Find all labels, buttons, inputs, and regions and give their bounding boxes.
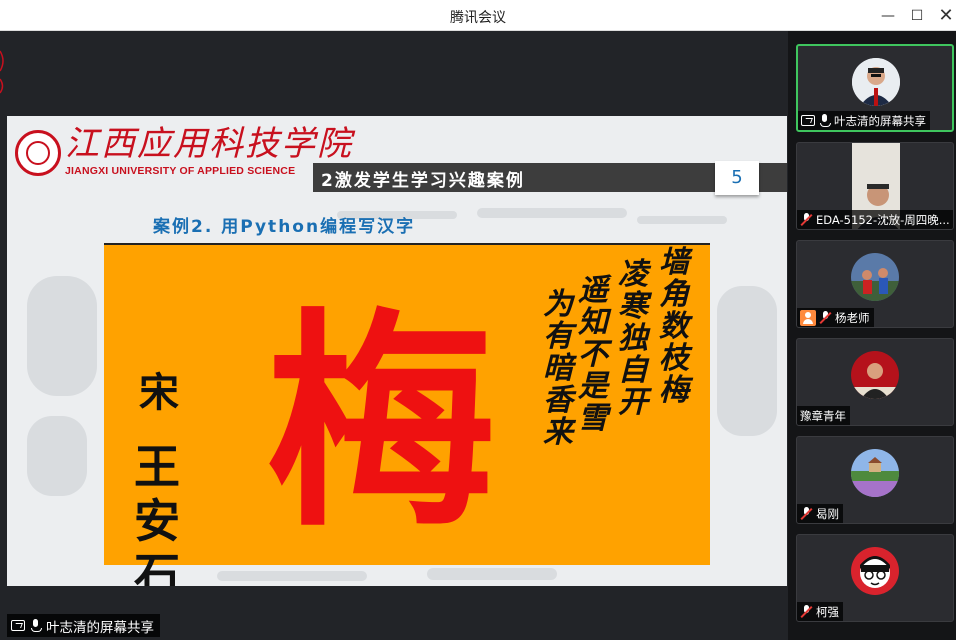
avatar (852, 58, 900, 106)
avatar (851, 449, 899, 497)
poem-line-2: 凌寒独自开 (618, 257, 648, 420)
poem-line-4: 为有暗香来 (543, 287, 573, 450)
page-number-box: 5 (715, 161, 759, 195)
poem-line-1: 墙角数枝梅 (659, 245, 689, 408)
title-bar: 腾讯会议 — ☐ ✕ (0, 0, 956, 31)
participant-name: 豫章青年 (800, 408, 846, 423)
avatar (851, 547, 899, 595)
window-title: 腾讯会议 (450, 10, 506, 26)
school-name-en: JIANGXI UNIVERSITY OF APPLIED SCIENCE (65, 165, 296, 177)
close-button[interactable]: ✕ (935, 5, 956, 27)
participant-namebar: 曷刚 (797, 504, 843, 523)
participant-namebar: EDA-5152-沈放-周四晚... (797, 210, 953, 229)
participant-tile[interactable]: 曷刚 (796, 436, 954, 524)
microphone-icon (29, 619, 42, 632)
microphone-muted-icon (819, 311, 832, 324)
school-logo-seal (15, 130, 61, 176)
participant-name: 曷刚 (816, 506, 839, 521)
avatar (851, 351, 899, 399)
minimize-button[interactable]: — (877, 5, 899, 27)
participant-name: EDA-5152-沈放-周四晚... (816, 212, 950, 227)
screen-share-status[interactable]: 叶志清的屏幕共享 (7, 614, 160, 637)
svg-text:梅: 梅 (266, 303, 496, 533)
participant-name: 柯强 (816, 604, 839, 619)
case-title: 案例2. 用Python编程写汉字 (153, 217, 416, 237)
author-dynasty: 宋 (139, 369, 179, 416)
user-icon (800, 309, 816, 326)
microphone-muted-icon (800, 507, 813, 520)
page-number: 5 (731, 167, 743, 188)
participant-name: 叶志清的屏幕共享 (834, 113, 926, 128)
participant-namebar: 杨老师 (797, 308, 874, 327)
participant-name: 杨老师 (835, 310, 870, 325)
microphone-muted-icon (800, 213, 813, 226)
school-name-cn: 江西应用科技学院 (65, 124, 353, 164)
participant-sidebar[interactable]: 叶志清的屏幕共享 EDA-5152-沈放-周四晚... 杨老师 豫章青年 曷刚 … (788, 31, 956, 640)
calligraphy-artwork: 梅 宋 王安石 墙角数枝梅 凌寒独自开 遥知不是雪 为有暗香来 (104, 243, 710, 586)
microphone-muted-icon (800, 605, 813, 618)
section-title: 2激发学生学习兴趣案例 (321, 171, 525, 191)
participant-tile[interactable]: 杨老师 (796, 240, 954, 328)
participant-tile[interactable]: 豫章青年 (796, 338, 954, 426)
shared-screen-area: 江西应用科技学院 JIANGXI UNIVERSITY OF APPLIED S… (0, 31, 788, 640)
participant-namebar: 叶志清的屏幕共享 (798, 111, 930, 130)
author-name: 王安石 (134, 440, 180, 586)
participant-tile[interactable]: 柯强 (796, 534, 954, 622)
screen-share-icon (11, 620, 25, 631)
participant-tile[interactable]: 叶志清的屏幕共享 (796, 44, 954, 132)
plum-character: 梅 (266, 303, 496, 533)
participant-tile[interactable]: EDA-5152-沈放-周四晚... (796, 142, 954, 230)
microphone-icon (818, 114, 831, 127)
share-status-label: 叶志清的屏幕共享 (46, 619, 154, 636)
maximize-button[interactable]: ☐ (906, 5, 928, 27)
screen-share-icon (801, 115, 815, 126)
left-edge-decoration (0, 50, 4, 94)
poem-line-3: 遥知不是雪 (578, 273, 608, 436)
avatar (851, 253, 899, 301)
presentation-slide: 江西应用科技学院 JIANGXI UNIVERSITY OF APPLIED S… (7, 116, 787, 586)
participant-namebar: 豫章青年 (797, 406, 850, 425)
participant-namebar: 柯强 (797, 602, 843, 621)
